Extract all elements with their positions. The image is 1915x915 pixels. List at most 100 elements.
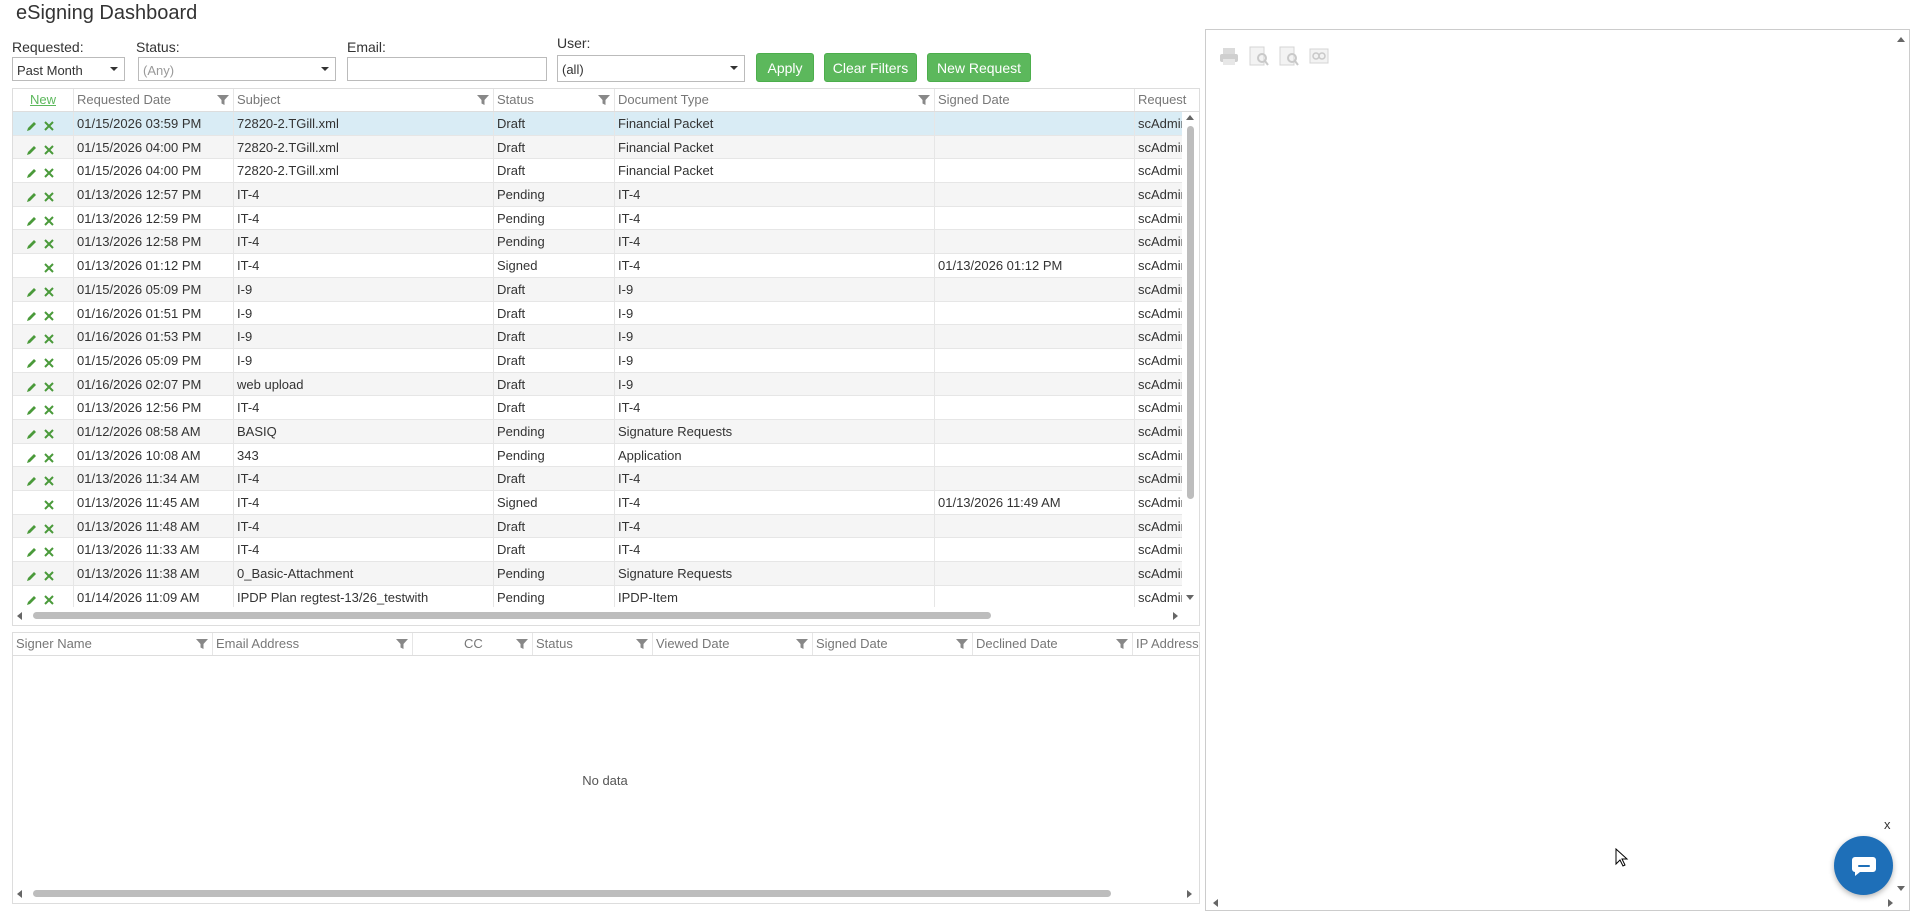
delete-icon[interactable] xyxy=(42,330,56,344)
filter-icon[interactable] xyxy=(216,93,230,107)
edit-icon[interactable] xyxy=(25,591,39,605)
edit-icon[interactable] xyxy=(25,283,39,297)
table-row[interactable]: 01/13/2026 11:48 AM IT-4 Draft IT-4 scAdmin xyxy=(13,514,1188,539)
delete-icon[interactable] xyxy=(42,212,56,226)
scrollbar-thumb[interactable] xyxy=(1187,126,1194,499)
edit-icon[interactable] xyxy=(25,330,39,345)
delete-icon[interactable] xyxy=(42,141,56,155)
scroll-right-icon[interactable] xyxy=(1888,899,1893,907)
table-row[interactable]: 01/13/2026 10:08 AM 343 Pending Application… xyxy=(13,443,1188,468)
table-row[interactable]: 01/13/2026 12:56 PM IT-4 Draft IT-4 scAdmin xyxy=(13,396,1188,420)
column-document-type[interactable]: Document Type xyxy=(615,89,935,111)
table-row[interactable]: 01/13/2026 11:33 AM IT-4 Draft IT-4 scAdmin xyxy=(13,538,1188,563)
filter-icon[interactable] xyxy=(476,93,490,107)
delete-icon[interactable] xyxy=(42,401,56,415)
table-row[interactable]: 01/15/2026 05:09 PM I-9 Draft I-9 scAdmin xyxy=(13,348,1188,373)
filter-icon[interactable] xyxy=(515,637,529,651)
table-row[interactable]: 01/13/2026 12:58 PM IT-4 Pending IT-4 scAdmi… xyxy=(13,230,1188,255)
column-signed-date[interactable]: Signed Date xyxy=(935,89,1135,111)
delete-icon[interactable] xyxy=(42,307,56,321)
scroll-down-icon[interactable] xyxy=(1897,886,1905,891)
table-row[interactable]: 01/13/2026 11:38 AM 0_Basic-Attachment Pen… xyxy=(13,562,1188,586)
email-field[interactable] xyxy=(347,57,547,81)
table-row[interactable]: 01/13/2026 01:12 PM IT-4 Signed IT-4 01/13/2… xyxy=(13,254,1188,278)
chat-close-button[interactable]: x xyxy=(1884,817,1891,832)
delete-icon[interactable] xyxy=(42,543,56,558)
edit-icon[interactable] xyxy=(25,117,39,131)
table-row[interactable]: 01/16/2026 02:07 PM web upload Draft I-9 scA… xyxy=(13,372,1188,397)
delete-icon[interactable] xyxy=(42,235,56,250)
edit-icon[interactable] xyxy=(25,188,39,203)
scroll-left-icon[interactable] xyxy=(17,612,22,620)
clear-filters-button[interactable]: Clear Filters xyxy=(824,53,917,82)
filter-icon[interactable] xyxy=(195,637,209,651)
table-row[interactable]: 01/15/2026 04:00 PM 72820-2.TGill.xml Draf… xyxy=(13,135,1188,160)
column-viewed-date[interactable]: Viewed Date xyxy=(653,633,813,655)
column-signer-signed-date[interactable]: Signed Date xyxy=(813,633,973,655)
column-requested-date[interactable]: Requested Date xyxy=(74,89,234,111)
scroll-left-icon[interactable] xyxy=(1213,899,1218,907)
table-row[interactable]: 01/12/2026 08:58 AM BASIQ Pending Signature… xyxy=(13,419,1188,444)
edit-icon[interactable] xyxy=(25,378,39,392)
delete-icon[interactable] xyxy=(42,378,56,392)
delete-icon[interactable] xyxy=(42,283,56,297)
table-row[interactable]: 01/15/2026 04:00 PM 72820-2.TGill.xml Draf… xyxy=(13,159,1188,184)
edit-icon[interactable] xyxy=(25,212,39,226)
delete-icon[interactable] xyxy=(42,425,56,439)
apply-button[interactable]: Apply xyxy=(756,53,814,82)
delete-icon[interactable] xyxy=(42,520,56,534)
delete-icon[interactable] xyxy=(42,259,56,273)
table-row[interactable]: 01/13/2026 11:34 AM IT-4 Draft IT-4 scAdmin xyxy=(13,467,1188,491)
scroll-up-icon[interactable] xyxy=(1897,37,1905,42)
table-row[interactable]: 01/15/2026 05:09 PM I-9 Draft I-9 scAdmin xyxy=(13,277,1188,302)
user-select[interactable]: (all) xyxy=(557,55,745,82)
column-subject[interactable]: Subject xyxy=(234,89,494,111)
column-declined-date[interactable]: Declined Date xyxy=(973,633,1133,655)
delete-icon[interactable] xyxy=(42,354,56,368)
scroll-right-icon[interactable] xyxy=(1187,890,1192,898)
table-row[interactable]: 01/13/2026 11:45 AM IT-4 Signed IT-4 01/13/2… xyxy=(13,491,1188,515)
edit-icon[interactable] xyxy=(25,354,39,368)
table-row[interactable]: 01/16/2026 01:53 PM I-9 Draft I-9 scAdmin xyxy=(13,325,1188,349)
requested-select[interactable]: Past Month xyxy=(12,57,125,81)
filter-icon[interactable] xyxy=(795,637,809,651)
column-cc[interactable]: CC xyxy=(413,633,533,655)
edit-icon[interactable] xyxy=(25,472,39,487)
scroll-left-icon[interactable] xyxy=(17,890,22,898)
scroll-down-icon[interactable] xyxy=(1186,595,1194,600)
status-select[interactable]: (Any) xyxy=(138,57,336,81)
column-status[interactable]: Status xyxy=(494,89,615,111)
column-signer-name[interactable]: Signer Name xyxy=(13,633,213,655)
delete-icon[interactable] xyxy=(42,188,56,202)
scrollbar-thumb[interactable] xyxy=(33,612,991,619)
table-row[interactable]: 01/16/2026 01:51 PM I-9 Draft I-9 scAdmin xyxy=(13,301,1188,326)
zoom-out-icon[interactable] xyxy=(1278,45,1300,67)
zoom-in-icon[interactable] xyxy=(1248,45,1270,67)
filter-icon[interactable] xyxy=(395,637,409,651)
print-icon[interactable] xyxy=(1218,45,1240,67)
table-row[interactable]: 01/14/2026 11:09 AM IPDP Plan regtest-13/… xyxy=(13,585,1188,610)
delete-icon[interactable] xyxy=(42,449,56,463)
column-requested-by[interactable]: Request xyxy=(1135,89,1199,111)
edit-icon[interactable] xyxy=(25,425,39,439)
delete-icon[interactable] xyxy=(42,472,56,487)
scroll-right-icon[interactable] xyxy=(1173,612,1178,620)
filter-icon[interactable] xyxy=(955,637,969,651)
edit-icon[interactable] xyxy=(25,543,39,558)
new-request-button[interactable]: New Request xyxy=(927,53,1031,82)
edit-icon[interactable] xyxy=(25,567,39,582)
horizontal-scrollbar[interactable] xyxy=(13,607,1183,625)
filter-icon[interactable] xyxy=(635,637,649,651)
column-email-address[interactable]: Email Address xyxy=(213,633,413,655)
edit-icon[interactable] xyxy=(25,449,39,463)
scroll-up-icon[interactable] xyxy=(1186,115,1194,120)
filter-icon[interactable] xyxy=(597,93,611,107)
delete-icon[interactable] xyxy=(42,164,56,179)
edit-icon[interactable] xyxy=(25,401,39,416)
scrollbar-thumb[interactable] xyxy=(33,890,1111,897)
delete-icon[interactable] xyxy=(42,591,56,605)
chat-button[interactable] xyxy=(1834,836,1893,895)
fit-icon[interactable] xyxy=(1308,45,1330,67)
filter-icon[interactable] xyxy=(917,93,931,107)
table-row[interactable]: 01/15/2026 03:59 PM 72820-2.TGill.xml Draf… xyxy=(13,112,1188,136)
